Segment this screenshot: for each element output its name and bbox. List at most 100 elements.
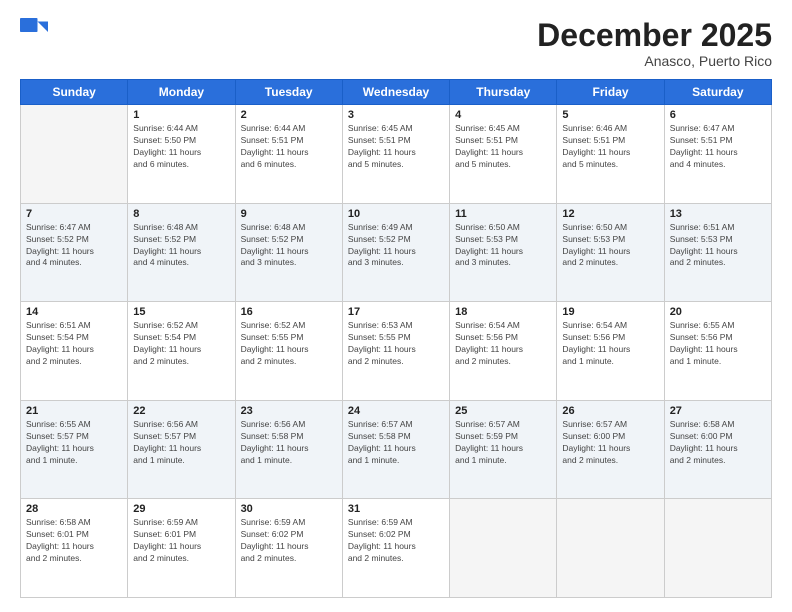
day-number: 17 — [348, 306, 444, 318]
day-number: 25 — [455, 405, 551, 417]
calendar-cell: 15Sunrise: 6:52 AMSunset: 5:54 PMDayligh… — [128, 302, 235, 401]
calendar-cell: 9 Sunrise: 6:48 AMSunset: 5:52 PMDaylight… — [235, 203, 342, 302]
calendar-header-monday: Monday — [128, 80, 235, 105]
calendar-cell: 17 Sunrise: 6:53 AMSunset: 5:55 PMDayligh… — [342, 302, 449, 401]
day-number: 23 — [241, 405, 337, 417]
calendar-cell: 11 Sunrise: 6:50 AMSunset: 5:53 PMDayligh… — [450, 203, 557, 302]
calendar-cell: 16 Sunrise: 6:52 AMSunset: 5:55 PMDayligh… — [235, 302, 342, 401]
calendar-header-row: SundayMondayTuesdayWednesdayThursdayFrid… — [21, 80, 772, 105]
calendar-cell — [21, 105, 128, 204]
day-info: Sunrise: 6:57 AMSunset: 6:00 PMDaylight:… — [562, 419, 658, 467]
calendar-cell: 27 Sunrise: 6:58 AMSunset: 6:00 PMDayligh… — [664, 400, 771, 499]
day-info: Sunrise: 6:47 AMSunset: 5:51 PMDaylight:… — [670, 123, 766, 171]
day-info: Sunrise: 6:55 AMSunset: 5:57 PMDaylight:… — [26, 419, 122, 467]
day-number: 1 — [133, 109, 229, 121]
day-number: 12 — [562, 208, 658, 220]
day-number: 9 — [241, 208, 337, 220]
calendar-cell: 10 Sunrise: 6:49 AMSunset: 5:52 PMDayligh… — [342, 203, 449, 302]
header: December 2025 Anasco, Puerto Rico — [20, 18, 772, 69]
day-info: Sunrise: 6:55 AMSunset: 5:56 PMDaylight:… — [670, 320, 766, 368]
day-info: Sunrise: 6:58 AMSunset: 6:01 PMDaylight:… — [26, 517, 122, 565]
calendar-cell: 12 Sunrise: 6:50 AMSunset: 5:53 PMDayligh… — [557, 203, 664, 302]
day-info: Sunrise: 6:56 AMSunset: 5:58 PMDaylight:… — [241, 419, 337, 467]
day-info: Sunrise: 6:46 AMSunset: 5:51 PMDaylight:… — [562, 123, 658, 171]
calendar-cell: 4 Sunrise: 6:45 AMSunset: 5:51 PMDaylight… — [450, 105, 557, 204]
calendar-cell: 23 Sunrise: 6:56 AMSunset: 5:58 PMDayligh… — [235, 400, 342, 499]
day-info: Sunrise: 6:45 AMSunset: 5:51 PMDaylight:… — [348, 123, 444, 171]
calendar-week-1: 1Sunrise: 6:44 AMSunset: 5:50 PMDaylight… — [21, 105, 772, 204]
day-number: 16 — [241, 306, 337, 318]
day-info: Sunrise: 6:59 AMSunset: 6:01 PMDaylight:… — [133, 517, 229, 565]
day-number: 31 — [348, 503, 444, 515]
day-number: 21 — [26, 405, 122, 417]
calendar-cell: 26 Sunrise: 6:57 AMSunset: 6:00 PMDayligh… — [557, 400, 664, 499]
day-number: 18 — [455, 306, 551, 318]
day-number: 5 — [562, 109, 658, 121]
day-info: Sunrise: 6:44 AMSunset: 5:51 PMDaylight:… — [241, 123, 337, 171]
calendar-cell: 1Sunrise: 6:44 AMSunset: 5:50 PMDaylight… — [128, 105, 235, 204]
day-number: 20 — [670, 306, 766, 318]
day-info: Sunrise: 6:48 AMSunset: 5:52 PMDaylight:… — [133, 222, 229, 270]
calendar-header-saturday: Saturday — [664, 80, 771, 105]
calendar-cell: 24Sunrise: 6:57 AMSunset: 5:58 PMDayligh… — [342, 400, 449, 499]
calendar-cell: 18Sunrise: 6:54 AMSunset: 5:56 PMDayligh… — [450, 302, 557, 401]
calendar-cell: 19 Sunrise: 6:54 AMSunset: 5:56 PMDayligh… — [557, 302, 664, 401]
day-info: Sunrise: 6:58 AMSunset: 6:00 PMDaylight:… — [670, 419, 766, 467]
day-info: Sunrise: 6:59 AMSunset: 6:02 PMDaylight:… — [348, 517, 444, 565]
calendar-week-3: 14Sunrise: 6:51 AMSunset: 5:54 PMDayligh… — [21, 302, 772, 401]
calendar-table: SundayMondayTuesdayWednesdayThursdayFrid… — [20, 79, 772, 598]
day-info: Sunrise: 6:52 AMSunset: 5:55 PMDaylight:… — [241, 320, 337, 368]
calendar-header-tuesday: Tuesday — [235, 80, 342, 105]
day-number: 10 — [348, 208, 444, 220]
logo — [20, 18, 52, 46]
day-number: 2 — [241, 109, 337, 121]
calendar-cell: 31 Sunrise: 6:59 AMSunset: 6:02 PMDayligh… — [342, 499, 449, 598]
calendar-cell: 2 Sunrise: 6:44 AMSunset: 5:51 PMDaylight… — [235, 105, 342, 204]
calendar-cell: 25 Sunrise: 6:57 AMSunset: 5:59 PMDayligh… — [450, 400, 557, 499]
day-number: 19 — [562, 306, 658, 318]
day-number: 27 — [670, 405, 766, 417]
calendar-week-4: 21 Sunrise: 6:55 AMSunset: 5:57 PMDayligh… — [21, 400, 772, 499]
calendar-cell: 21 Sunrise: 6:55 AMSunset: 5:57 PMDayligh… — [21, 400, 128, 499]
page: December 2025 Anasco, Puerto Rico Sunday… — [0, 0, 792, 612]
day-number: 26 — [562, 405, 658, 417]
day-number: 3 — [348, 109, 444, 121]
day-info: Sunrise: 6:50 AMSunset: 5:53 PMDaylight:… — [562, 222, 658, 270]
day-info: Sunrise: 6:45 AMSunset: 5:51 PMDaylight:… — [455, 123, 551, 171]
calendar-cell: 3 Sunrise: 6:45 AMSunset: 5:51 PMDaylight… — [342, 105, 449, 204]
calendar-cell: 7Sunrise: 6:47 AMSunset: 5:52 PMDaylight… — [21, 203, 128, 302]
day-number: 13 — [670, 208, 766, 220]
calendar-cell: 6 Sunrise: 6:47 AMSunset: 5:51 PMDaylight… — [664, 105, 771, 204]
day-info: Sunrise: 6:57 AMSunset: 5:59 PMDaylight:… — [455, 419, 551, 467]
day-info: Sunrise: 6:49 AMSunset: 5:52 PMDaylight:… — [348, 222, 444, 270]
month-title: December 2025 — [537, 18, 772, 53]
day-number: 15 — [133, 306, 229, 318]
calendar-week-2: 7Sunrise: 6:47 AMSunset: 5:52 PMDaylight… — [21, 203, 772, 302]
calendar-cell: 28 Sunrise: 6:58 AMSunset: 6:01 PMDayligh… — [21, 499, 128, 598]
day-number: 4 — [455, 109, 551, 121]
day-number: 28 — [26, 503, 122, 515]
calendar-cell — [557, 499, 664, 598]
day-info: Sunrise: 6:57 AMSunset: 5:58 PMDaylight:… — [348, 419, 444, 467]
day-number: 7 — [26, 208, 122, 220]
title-block: December 2025 Anasco, Puerto Rico — [537, 18, 772, 69]
day-number: 30 — [241, 503, 337, 515]
calendar-cell: 29Sunrise: 6:59 AMSunset: 6:01 PMDayligh… — [128, 499, 235, 598]
day-number: 14 — [26, 306, 122, 318]
day-info: Sunrise: 6:51 AMSunset: 5:53 PMDaylight:… — [670, 222, 766, 270]
calendar-cell: 14Sunrise: 6:51 AMSunset: 5:54 PMDayligh… — [21, 302, 128, 401]
day-info: Sunrise: 6:50 AMSunset: 5:53 PMDaylight:… — [455, 222, 551, 270]
calendar-cell: 20 Sunrise: 6:55 AMSunset: 5:56 PMDayligh… — [664, 302, 771, 401]
day-info: Sunrise: 6:53 AMSunset: 5:55 PMDaylight:… — [348, 320, 444, 368]
calendar-cell — [664, 499, 771, 598]
day-info: Sunrise: 6:48 AMSunset: 5:52 PMDaylight:… — [241, 222, 337, 270]
day-number: 6 — [670, 109, 766, 121]
calendar-cell: 13 Sunrise: 6:51 AMSunset: 5:53 PMDayligh… — [664, 203, 771, 302]
calendar-header-thursday: Thursday — [450, 80, 557, 105]
calendar-body: 1Sunrise: 6:44 AMSunset: 5:50 PMDaylight… — [21, 105, 772, 598]
day-info: Sunrise: 6:56 AMSunset: 5:57 PMDaylight:… — [133, 419, 229, 467]
calendar-cell: 30Sunrise: 6:59 AMSunset: 6:02 PMDayligh… — [235, 499, 342, 598]
day-info: Sunrise: 6:54 AMSunset: 5:56 PMDaylight:… — [562, 320, 658, 368]
calendar-cell — [450, 499, 557, 598]
day-number: 11 — [455, 208, 551, 220]
